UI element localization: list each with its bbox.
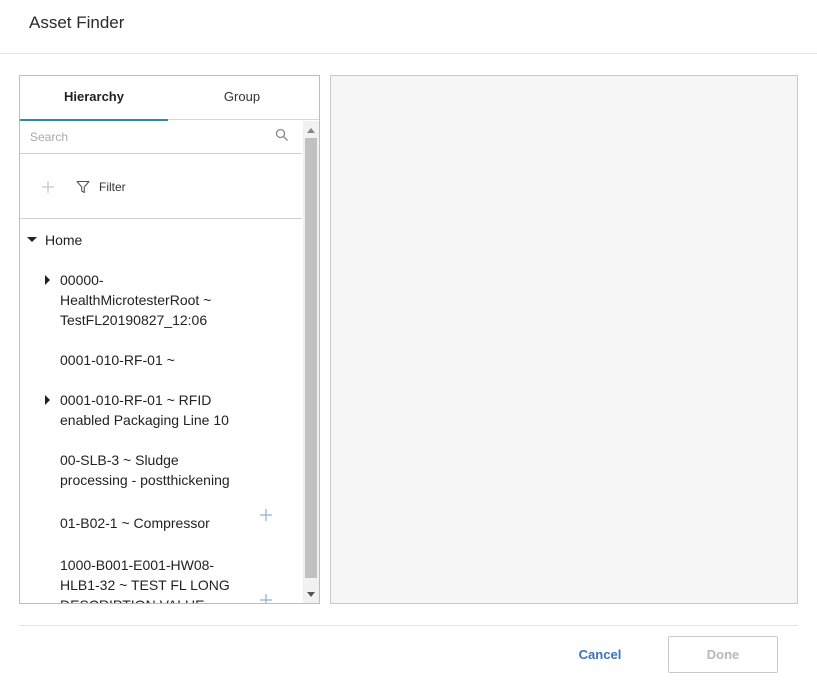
tree-item-label: 01-B02-1 ~ Compressor — [60, 515, 210, 531]
caret-down-icon[interactable] — [27, 237, 37, 242]
left-panel: Hierarchy Group Fi — [19, 75, 320, 604]
footer-divider — [19, 625, 798, 626]
caret-right-icon[interactable] — [45, 395, 50, 405]
asset-finder-dialog: Asset Finder Hierarchy Group Search Filt… — [0, 0, 817, 690]
plus-icon[interactable] — [259, 508, 273, 522]
done-button[interactable]: Done — [668, 636, 778, 673]
details-panel — [330, 75, 798, 604]
tree-item-label: 0001-010-RF-01 ~ — [60, 352, 175, 368]
tree-item-label: 00-SLB-3 ~ Sludge processing - postthick… — [60, 452, 230, 488]
filter-button[interactable]: Filter — [76, 177, 126, 197]
search-icon[interactable] — [275, 128, 289, 142]
tree-item[interactable]: 1000-B001-E001-HW08- HLB1-32 ~ TEST FL L… — [20, 555, 302, 603]
tree-item[interactable]: 01-B02-1 ~ Compressor — [20, 509, 302, 533]
tab-group[interactable]: Group — [168, 76, 316, 120]
tree-item[interactable]: 00-SLB-3 ~ Sludge processing - postthick… — [20, 450, 302, 490]
tree-item-label: 0001-010-RF-01 ~ RFID enabled Packaging … — [60, 392, 229, 428]
vertical-scrollbar[interactable] — [303, 121, 319, 603]
tree-node-label: Home — [45, 232, 83, 248]
hierarchy-scroll-area: Filter Home 00000- HealthMicrotesterRoot… — [20, 121, 302, 603]
tree-item[interactable]: 0001-010-RF-01 ~ RFID enabled Packaging … — [20, 390, 302, 430]
plus-icon[interactable] — [41, 180, 55, 194]
tree-item[interactable]: 00000- HealthMicrotesterRoot ~ TestFL201… — [20, 270, 302, 330]
search-input[interactable] — [30, 126, 260, 148]
funnel-icon — [76, 180, 90, 194]
search-row — [20, 121, 302, 154]
cancel-button[interactable]: Cancel — [565, 640, 635, 668]
plus-icon[interactable] — [259, 593, 273, 603]
caret-right-icon[interactable] — [45, 275, 50, 285]
scroll-down-arrow-icon[interactable] — [307, 592, 315, 597]
scrollbar-thumb[interactable] — [305, 138, 317, 578]
tab-hierarchy[interactable]: Hierarchy — [20, 76, 168, 121]
title-divider — [0, 53, 817, 54]
dialog-title: Asset Finder — [29, 13, 125, 32]
hierarchy-toolbar: Filter — [20, 155, 302, 219]
tab-bar: Hierarchy Group — [20, 76, 319, 121]
tree-item-label: 1000-B001-E001-HW08- HLB1-32 ~ TEST FL L… — [60, 557, 230, 603]
scroll-up-arrow-icon[interactable] — [307, 128, 315, 133]
tree-item-label: 00000- HealthMicrotesterRoot ~ TestFL201… — [60, 272, 212, 328]
tree-item[interactable]: 0001-010-RF-01 ~ — [20, 350, 302, 370]
filter-label: Filter — [99, 180, 126, 194]
tree-node-home[interactable]: Home — [20, 230, 302, 250]
